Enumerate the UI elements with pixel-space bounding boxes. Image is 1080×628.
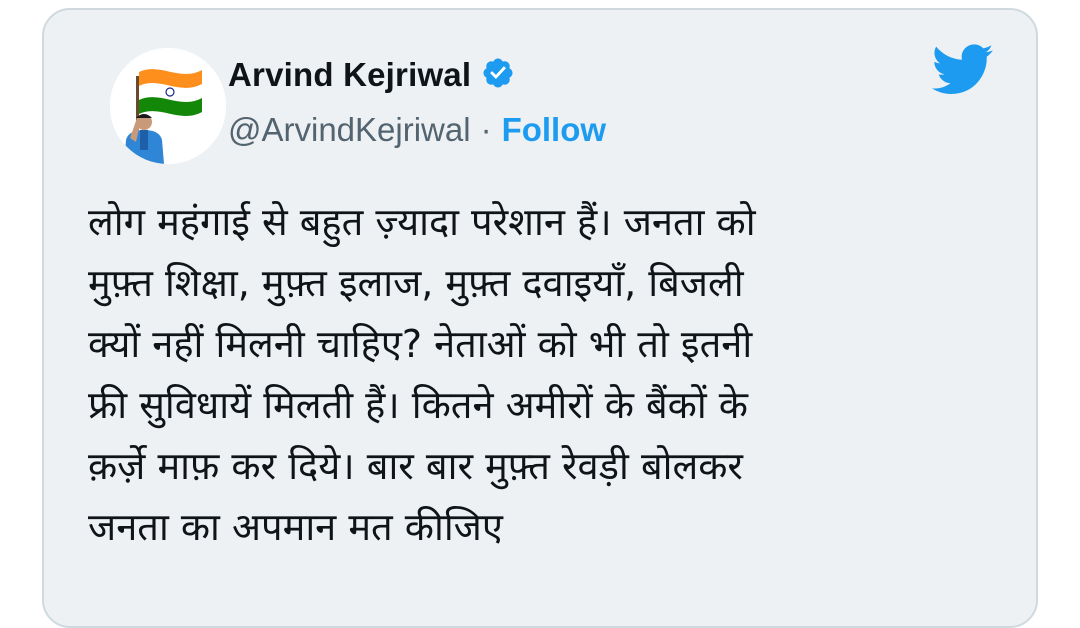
follow-button[interactable]: Follow (502, 111, 606, 149)
tweet-text-line: लोग महंगाई से बहुत ज़्यादा परेशान हैं। ज… (88, 200, 756, 244)
author-name[interactable]: Arvind Kejriwal (228, 56, 471, 94)
twitter-bird-icon[interactable] (931, 44, 994, 100)
tweet-text: लोग महंगाई से बहुत ज़्यादा परेशान हैं। ज… (88, 192, 1018, 558)
author-name-row: Arvind Kejriwal (228, 56, 515, 94)
tweet-card[interactable]: Arvind Kejriwal @ArvindKejriwal · Follow… (42, 8, 1038, 628)
author-handle[interactable]: @ArvindKejriwal (228, 111, 471, 149)
author-handle-row: @ArvindKejriwal · Follow (228, 111, 606, 149)
tweet-text-line: क्यों नहीं मिलनी चाहिए? नेताओं को भी तो … (88, 322, 753, 366)
separator-dot: · (480, 111, 492, 148)
verified-badge-icon (481, 56, 515, 94)
tweet-text-line: जनता का अपमान मत कीजिए (88, 505, 503, 549)
tweet-text-line: मुफ़्त शिक्षा, मुफ़्त इलाज, मुफ़्त दवाइय… (88, 261, 744, 305)
avatar[interactable] (110, 48, 226, 164)
tweet-text-line: फ्री सुविधायें मिलती हैं। कितने अमीरों क… (88, 383, 748, 427)
tweet-text-line: क़र्ज़े माफ़ कर दिये। बार बार मुफ़्त रेव… (88, 444, 743, 488)
avatar-image (110, 48, 226, 164)
